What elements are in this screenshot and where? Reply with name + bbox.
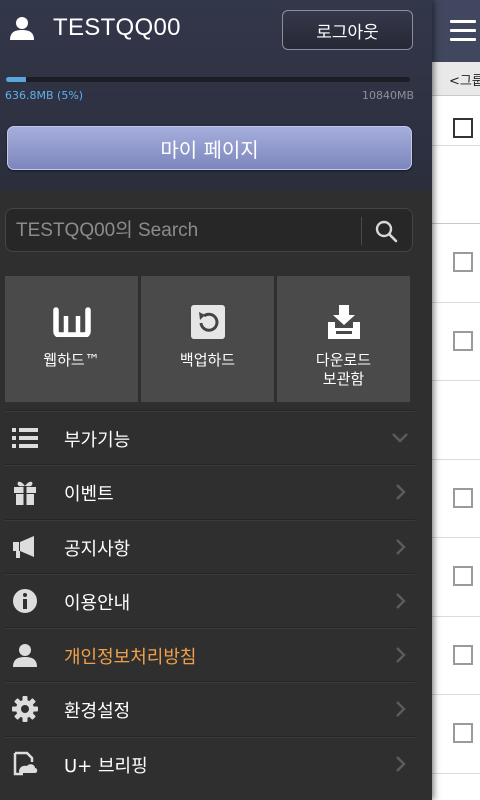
briefing-icon [11,750,39,778]
menu-item-event[interactable]: 이벤트 [5,464,415,518]
gift-icon [11,478,39,506]
background-page: <그룹 [432,0,480,800]
row-checkbox[interactable] [453,566,473,586]
tile-label: 백업하드 [179,351,236,369]
drawer-header: TESTQQ00 로그아웃 636.8MB (5%) 10840MB 마이 페이… [0,0,432,190]
chevron-right-icon [396,538,406,555]
menu-label: 이용안내 [64,592,131,614]
list-item[interactable] [432,538,480,617]
chevron-right-icon [396,484,406,501]
menu-label: 환경설정 [64,701,131,723]
tile-download-box[interactable]: 다운로드 보관함 [277,276,410,402]
tile-label: 웹하드™ [43,351,100,369]
menu-label: 이벤트 [64,484,114,506]
navigation-drawer: TESTQQ00 로그아웃 636.8MB (5%) 10840MB 마이 페이… [0,0,432,800]
quick-tiles: 웹하드™ 백업하드 다운로드 보관함 [5,276,411,402]
menu-item-extras[interactable]: 부가기능 [5,410,415,464]
search-icon[interactable] [374,219,398,243]
hamburger-menu-icon[interactable] [450,20,476,42]
menu-item-settings[interactable]: 환경설정 [5,681,415,735]
drawer-menu: 부가기능 이벤트 공지사항 이용안내 개인정보처리방침 환경설정 U+ 브리핑 [5,410,415,790]
list-item[interactable] [432,146,480,224]
tile-label: 다운로드 보관함 [315,351,372,388]
chevron-right-icon [396,647,406,664]
chevron-right-icon [396,701,406,718]
row-checkbox[interactable] [453,252,473,272]
gear-icon [11,695,39,723]
row-checkbox[interactable] [453,488,473,508]
backup-icon [189,304,227,340]
list-icon [11,424,39,452]
menu-label: U+ 브리핑 [64,755,148,777]
menu-label: 공지사항 [64,538,131,560]
row-checkbox[interactable] [453,331,473,351]
chevron-right-icon [396,593,406,609]
list-item[interactable] [432,617,480,695]
mypage-button[interactable]: 마이 페이지 [7,126,412,170]
list-item[interactable] [432,695,480,774]
chevron-right-icon [396,755,406,772]
breadcrumb-text: <그룹 [449,74,480,89]
search-divider [361,217,362,245]
user-name: TESTQQ00 [53,14,181,41]
storage-total-label: 10840MB [361,89,414,102]
list-item[interactable] [432,303,480,381]
tile-backup[interactable]: 백업하드 [141,276,274,402]
row-checkbox[interactable] [453,723,473,743]
menu-item-privacy[interactable]: 개인정보처리방침 [5,627,415,681]
logout-button[interactable]: 로그아웃 [282,10,413,50]
list-item[interactable] [432,381,480,460]
list-item[interactable] [432,224,480,303]
person-icon [11,641,39,669]
info-icon [11,587,39,615]
storage-usage-fill [6,77,27,82]
chevron-down-icon [392,433,408,443]
menu-item-briefing[interactable]: U+ 브리핑 [5,735,415,790]
webhard-icon [52,304,91,340]
background-topbar [432,0,480,62]
menu-label: 개인정보처리방침 [64,647,197,669]
list-item[interactable] [432,460,480,538]
storage-used-label: 636.8MB (5%) [5,89,84,102]
row-checkbox[interactable] [453,645,473,665]
search-box [5,208,413,253]
list-item[interactable] [432,96,480,146]
user-icon [10,17,34,40]
search-input[interactable] [16,209,356,253]
menu-item-guide[interactable]: 이용안내 [5,572,415,627]
megaphone-icon [11,533,39,561]
download-box-icon [325,304,363,340]
row-checkbox[interactable] [453,118,473,138]
background-breadcrumb[interactable]: <그룹 [432,62,480,96]
tile-webhard[interactable]: 웹하드™ [5,276,138,402]
menu-item-notice[interactable]: 공지사항 [5,518,415,573]
menu-label: 부가기능 [64,430,131,451]
storage-usage-bar [6,77,410,82]
